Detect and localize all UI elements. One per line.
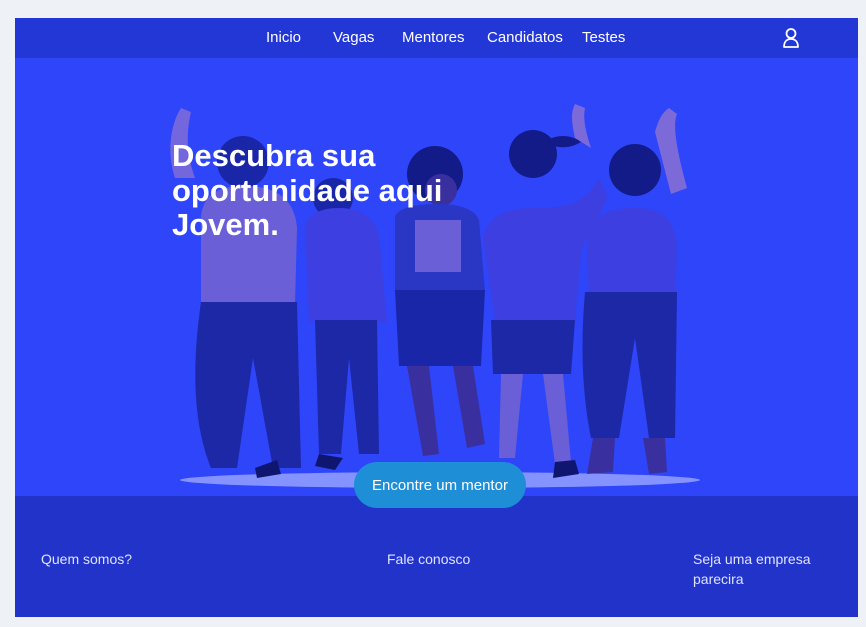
app-frame: Inicio Vagas Mentores Candidatos Testes [15, 18, 858, 617]
hero-section: Descubra sua oportunidade aqui Jovem. [15, 58, 858, 496]
top-navigation: Inicio Vagas Mentores Candidatos Testes [15, 18, 858, 58]
footer-link-partner-company[interactable]: Seja uma empresa parecira [693, 549, 823, 589]
nav-item-mentores[interactable]: Mentores [402, 29, 465, 46]
footer: Quem somos? Fale conosco Seja uma empres… [15, 496, 858, 617]
find-mentor-button[interactable]: Encontre um mentor [354, 462, 526, 508]
user-icon[interactable] [781, 27, 801, 49]
nav-item-inicio[interactable]: Inicio [266, 29, 301, 46]
nav-item-vagas[interactable]: Vagas [333, 29, 374, 46]
nav-item-testes[interactable]: Testes [582, 29, 625, 46]
hero-title: Descubra sua oportunidade aqui Jovem. [172, 138, 443, 243]
footer-link-contact[interactable]: Fale conosco [387, 549, 470, 569]
nav-item-candidatos[interactable]: Candidatos [487, 29, 563, 46]
footer-link-about[interactable]: Quem somos? [41, 549, 132, 569]
group-of-young-people-illustration [170, 104, 700, 488]
